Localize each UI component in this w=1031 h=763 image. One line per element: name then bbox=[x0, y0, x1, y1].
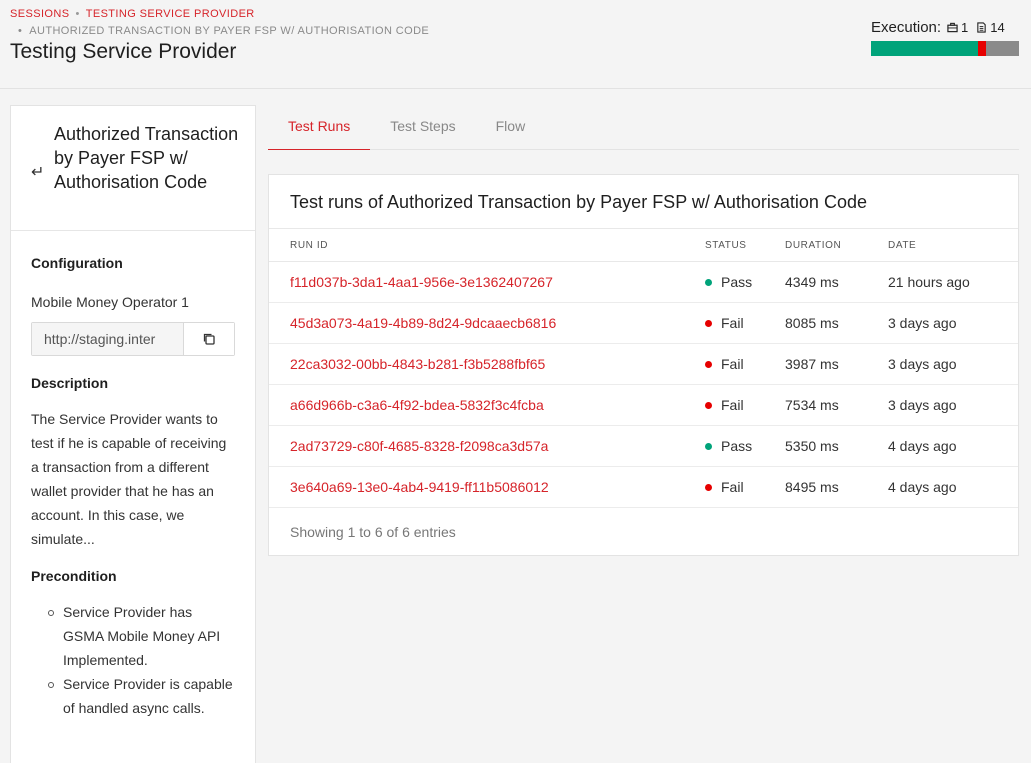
run-date: 4 days ago bbox=[888, 479, 957, 495]
column-status[interactable]: STATUS bbox=[705, 240, 747, 251]
run-duration: 7534 ms bbox=[785, 397, 839, 413]
breadcrumb-testing-service-provider-link[interactable]: TESTING SERVICE PROVIDER bbox=[86, 8, 255, 20]
breadcrumb-sessions-link[interactable]: SESSIONS bbox=[10, 8, 69, 20]
run-status-label: Fail bbox=[721, 479, 744, 495]
test-runs-card: Test runs of Authorized Transaction by P… bbox=[268, 174, 1019, 556]
description-text: The Service Provider wants to test if he… bbox=[31, 411, 227, 547]
table-row[interactable]: 22ca3032-00bb-4843-b281-f3b5288fbf65 Fail… bbox=[269, 344, 1018, 385]
tab-bar: Test Runs Test Steps Flow bbox=[268, 105, 1019, 150]
run-status: Fail bbox=[705, 356, 744, 372]
configuration-section: Configuration Mobile Money Operator 1 ht… bbox=[11, 231, 255, 356]
status-dot-icon bbox=[705, 484, 712, 491]
precondition-list: Service Provider has GSMA Mobile Money A… bbox=[31, 600, 235, 720]
breadcrumb-current-label: AUTHORIZED TRANSACTION BY PAYER FSP W/ A… bbox=[29, 25, 430, 37]
copy-icon bbox=[203, 333, 215, 345]
status-dot-icon bbox=[705, 320, 712, 327]
table-row[interactable]: 45d3a073-4a19-4b89-8d24-9dcaaecb6816 Fail… bbox=[269, 303, 1018, 344]
tab-flow[interactable]: Flow bbox=[476, 105, 546, 150]
precondition-item: Service Provider is capable of handled a… bbox=[48, 672, 235, 720]
run-status-label: Pass bbox=[721, 438, 753, 454]
configuration-heading: Configuration bbox=[31, 255, 123, 271]
execution-case-count: 1 bbox=[961, 19, 969, 35]
tab-test-steps[interactable]: Test Steps bbox=[370, 105, 475, 150]
return-arrow-icon[interactable]: ↵ bbox=[31, 162, 44, 182]
run-status-label: Pass bbox=[721, 274, 753, 290]
breadcrumb-separator: • bbox=[18, 25, 23, 37]
test-case-title: Authorized Transaction by Payer FSP w/ A… bbox=[54, 124, 239, 192]
run-id-link[interactable]: f11d037b-3da1-4aa1-956e-3e1362407267 bbox=[290, 274, 553, 290]
test-runs-title: Test runs of Authorized Transaction by P… bbox=[290, 192, 867, 212]
run-status: Fail bbox=[705, 397, 744, 413]
run-date: 21 hours ago bbox=[888, 274, 970, 290]
status-dot-icon bbox=[705, 361, 712, 368]
execution-label: Execution: bbox=[871, 18, 942, 36]
breadcrumb: SESSIONS • TESTING SERVICE PROVIDER bbox=[10, 8, 255, 20]
run-id-link[interactable]: a66d966b-c3a6-4f92-bdea-5832f3c4fcba bbox=[290, 397, 544, 413]
table-row[interactable]: 3e640a69-13e0-4ab4-9419-ff11b5086012 Fail… bbox=[269, 467, 1018, 508]
run-status: Pass bbox=[705, 274, 752, 290]
run-date: 3 days ago bbox=[888, 356, 957, 372]
column-run-id[interactable]: RUN ID bbox=[290, 240, 328, 251]
run-status: Fail bbox=[705, 479, 744, 495]
execution-step-count: 14 bbox=[990, 19, 1005, 35]
column-duration[interactable]: DURATION bbox=[785, 240, 841, 251]
run-status-label: Fail bbox=[721, 356, 744, 372]
run-duration: 4349 ms bbox=[785, 274, 839, 290]
breadcrumb-separator: • bbox=[75, 8, 80, 20]
breadcrumb-current: • AUTHORIZED TRANSACTION BY PAYER FSP W/ … bbox=[18, 25, 429, 37]
precondition-item: Service Provider has GSMA Mobile Money A… bbox=[48, 600, 235, 672]
page-title: Testing Service Provider bbox=[10, 40, 237, 63]
execution-summary: Execution: 1 14 bbox=[871, 18, 1019, 56]
test-case-panel: ↵ Authorized Transaction by Payer FSP w/… bbox=[10, 105, 256, 763]
column-date[interactable]: DATE bbox=[888, 240, 916, 251]
test-case-header: ↵ Authorized Transaction by Payer FSP w/… bbox=[11, 106, 255, 231]
description-heading: Description bbox=[31, 375, 109, 391]
operator-name: Mobile Money Operator 1 bbox=[31, 294, 189, 310]
url-input[interactable]: http://staging.inter bbox=[32, 323, 184, 355]
run-id-link[interactable]: 3e640a69-13e0-4ab4-9419-ff11b5086012 bbox=[290, 479, 549, 495]
run-date: 4 days ago bbox=[888, 438, 957, 454]
table-row[interactable]: 2ad73729-c80f-4685-8328-f2098ca3d57a Pass… bbox=[269, 426, 1018, 467]
page-header: SESSIONS • TESTING SERVICE PROVIDER • AUTHO… bbox=[0, 0, 1031, 89]
table-header: RUN ID STATUS DURATION DATE bbox=[269, 228, 1018, 262]
run-date: 3 days ago bbox=[888, 397, 957, 413]
run-id-link[interactable]: 45d3a073-4a19-4b89-8d24-9dcaaecb6816 bbox=[290, 315, 556, 331]
precondition-heading: Precondition bbox=[31, 568, 117, 584]
run-duration: 3987 ms bbox=[785, 356, 839, 372]
status-dot-icon bbox=[705, 279, 712, 286]
precondition-section: Precondition Service Provider has GSMA M… bbox=[11, 551, 255, 720]
status-dot-icon bbox=[705, 402, 712, 409]
copy-button[interactable] bbox=[184, 323, 234, 355]
run-duration: 8495 ms bbox=[785, 479, 839, 495]
table-row[interactable]: a66d966b-c3a6-4f92-bdea-5832f3c4fcba Fail… bbox=[269, 385, 1018, 426]
url-field: http://staging.inter bbox=[31, 322, 235, 356]
run-id-link[interactable]: 22ca3032-00bb-4843-b281-f3b5288fbf65 bbox=[290, 356, 545, 372]
run-status-label: Fail bbox=[721, 315, 744, 331]
progress-remaining-segment bbox=[986, 41, 1019, 56]
progress-pass-segment bbox=[871, 41, 978, 56]
run-date: 3 days ago bbox=[888, 315, 957, 331]
run-status: Fail bbox=[705, 315, 744, 331]
progress-fail-segment bbox=[977, 41, 987, 56]
briefcase-icon bbox=[947, 22, 958, 32]
run-status-label: Fail bbox=[721, 397, 744, 413]
run-duration: 5350 ms bbox=[785, 438, 839, 454]
execution-progress-bar bbox=[871, 41, 1019, 56]
table-footer-info: Showing 1 to 6 of 6 entries bbox=[290, 524, 456, 540]
description-section: Description The Service Provider wants t… bbox=[11, 356, 255, 551]
status-dot-icon bbox=[705, 443, 712, 450]
run-status: Pass bbox=[705, 438, 752, 454]
run-id-link[interactable]: 2ad73729-c80f-4685-8328-f2098ca3d57a bbox=[290, 438, 548, 454]
document-icon bbox=[977, 21, 986, 33]
table-row[interactable]: f11d037b-3da1-4aa1-956e-3e1362407267 Pass… bbox=[269, 262, 1018, 303]
run-duration: 8085 ms bbox=[785, 315, 839, 331]
tab-test-runs[interactable]: Test Runs bbox=[268, 105, 371, 150]
